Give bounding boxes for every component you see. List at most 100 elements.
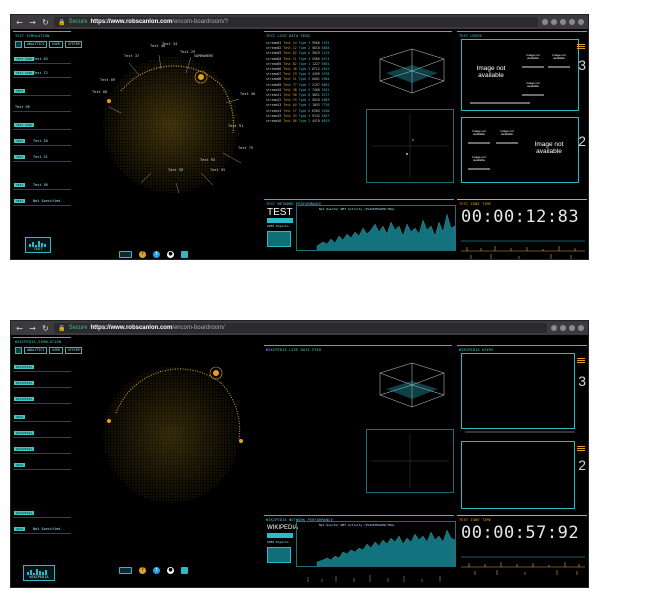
logo: WIKIPEDIA <box>23 565 55 581</box>
mini-activity-graph <box>296 251 454 259</box>
user-row[interactable]: WIKIPEDIA <box>13 431 71 438</box>
user-row[interactable]: WIKI <box>13 463 71 470</box>
tab-system[interactable]: SYSTEM <box>64 41 83 48</box>
user-row[interactable]: WIKIPEDIA <box>13 511 71 518</box>
secure-label: Secure <box>68 325 88 331</box>
image-box[interactable] <box>461 441 575 509</box>
tab-icon[interactable] <box>15 41 22 48</box>
panel-header: TEST NETWORK PERFORMANCE <box>264 199 454 206</box>
user-row[interactable]: Test 96 <box>13 105 71 112</box>
github-icon[interactable]: ● <box>167 251 174 258</box>
live-data-panel: WIKIPEDIA LIVE DATA FEED <box>264 337 454 493</box>
user-row[interactable]: TEST USER Test 72 <box>13 71 71 78</box>
mini-activity-graph <box>296 567 454 582</box>
bookmark-star-icon[interactable] <box>551 19 557 25</box>
user-panel: WIKIPEDIA SIMULATION ANALYTICS USER SYST… <box>13 337 83 585</box>
browser-toolbar: ← → ↻ 🔒 Secure https://www.robscanlon.co… <box>11 15 588 29</box>
extension-icon[interactable] <box>560 325 566 331</box>
network-performance-panel: WIKIPEDIA NETWORK PERFORMANCE WIKIPEDIA … <box>264 515 456 582</box>
url-text: https://www.robscanlon.com/encom-boardro… <box>90 19 229 25</box>
user-row[interactable]: TEST USER Test 63 <box>13 57 71 64</box>
user-count: 2 <box>578 457 586 473</box>
globe-visualization[interactable] <box>81 343 261 513</box>
cube-visualization <box>366 351 452 417</box>
logo: TEST <box>25 237 51 253</box>
tab-icon[interactable] <box>15 347 22 354</box>
user-row[interactable]: WIKI Not Specified <box>13 527 71 534</box>
tab-system[interactable]: SYSTEM <box>64 347 83 354</box>
user-count: 3 <box>578 57 586 73</box>
panel-header: TEST ZONE TIME <box>457 515 587 522</box>
twitter-icon[interactable]: t <box>153 251 160 258</box>
panel-header: WIKIPEDIA USERS <box>457 345 587 352</box>
dataset-label: WIKIPEDIA <box>267 525 299 531</box>
panel-tabs: ANALYTICS USER SYSTEM <box>15 347 83 354</box>
activity-graph: Net Quarter NET Activity (PLACEHOLDER MS… <box>296 205 456 251</box>
zone-time-panel: TEST ZONE TIME 00:00:57:92 <box>457 515 587 585</box>
tab-user[interactable]: USER <box>49 347 63 354</box>
network-performance-panel: TEST NETWORK PERFORMANCE TEST INFO Expor… <box>264 199 456 259</box>
menu-icon[interactable] <box>578 325 584 331</box>
activity-graph: Net Quarter NET Activity (PLACEHOLDER MS… <box>296 521 456 567</box>
forward-icon[interactable]: → <box>28 324 37 333</box>
panel-header: TEST ZONE TIME <box>457 199 587 206</box>
menu-icon[interactable] <box>578 19 584 25</box>
image-box[interactable] <box>461 353 575 429</box>
bookmark-star-icon[interactable] <box>551 325 557 331</box>
clock-display: 00:00:12:83 <box>461 207 580 227</box>
globe-visualization[interactable] <box>81 33 261 203</box>
github-icon[interactable]: ● <box>167 567 174 574</box>
radar-map <box>366 429 454 493</box>
user-row[interactable]: TEST USER <box>13 123 71 130</box>
dataset-label: TEST <box>267 207 293 218</box>
address-bar[interactable]: 🔒 Secure https://www.robscanlon.com/enco… <box>54 17 538 27</box>
forward-icon[interactable]: → <box>28 18 37 27</box>
encom-boardroom: TEST SIMULATION ANALYTICS USER SYSTEM TE… <box>11 29 588 259</box>
settings-icon[interactable] <box>569 19 575 25</box>
user-row[interactable]: TEST Test 28 <box>13 139 71 146</box>
user-row[interactable]: WIKIPEDIA <box>13 397 71 404</box>
address-bar[interactable]: 🔒 Secure https://www.robscanlon.com/enco… <box>54 323 547 333</box>
globe-toolbar: ? t ● <box>119 251 188 258</box>
timeline[interactable] <box>461 553 585 577</box>
user-row[interactable]: WIKIPEDIA <box>13 447 71 454</box>
extension-icon[interactable] <box>560 19 566 25</box>
tab-analytics[interactable]: ANALYTICS <box>24 347 48 354</box>
user-row[interactable]: WIKIPEDIA <box>13 365 71 372</box>
user-row[interactable]: TEST Test 36 <box>13 183 71 190</box>
tab-user[interactable]: USER <box>49 41 63 48</box>
fullscreen-icon[interactable] <box>181 251 188 258</box>
panel-header: WIKIPEDIA NETWORK PERFORMANCE <box>264 515 454 522</box>
twitter-icon[interactable]: t <box>153 567 160 574</box>
activity-block <box>267 547 291 563</box>
back-icon[interactable]: ← <box>15 18 24 27</box>
secure-lock-icon: 🔒 <box>58 19 66 26</box>
user-row[interactable]: WIKI <box>13 415 71 422</box>
user-panel: TEST SIMULATION ANALYTICS USER SYSTEM TE… <box>13 31 83 257</box>
tab-analytics[interactable]: ANALYTICS <box>24 41 48 48</box>
keyboard-icon[interactable] <box>119 567 132 574</box>
stream-list: stream01 Test 14 Type 3 9566 1522 stream0… <box>266 41 354 124</box>
help-icon[interactable]: ? <box>139 567 146 574</box>
image-box[interactable]: Image not available Image not available … <box>461 117 579 183</box>
help-icon[interactable]: ? <box>139 251 146 258</box>
user-row[interactable]: TEST Not Specified <box>13 199 71 206</box>
screenshot-test: ← → ↻ 🔒 Secure https://www.robscanlon.co… <box>10 14 589 260</box>
fullscreen-icon[interactable] <box>181 567 188 574</box>
keyboard-icon[interactable] <box>119 251 132 258</box>
timeline[interactable] <box>461 237 585 259</box>
back-icon[interactable]: ← <box>15 324 24 333</box>
url-text: https://www.robscanlon.com/encom-boardro… <box>90 325 225 331</box>
user-count: 3 <box>578 373 586 389</box>
stream-row: stream16 Test 86 Type 2 4470 6019 <box>266 119 330 124</box>
settings-icon[interactable] <box>569 325 575 331</box>
panel-header: TEST USERS <box>457 31 587 38</box>
panel-header: WIKIPEDIA LIVE DATA FEED <box>264 345 452 352</box>
image-box[interactable]: Image not available Image not available … <box>461 39 579 111</box>
reload-icon[interactable]: ↻ <box>41 18 50 27</box>
user-row[interactable]: TEST <box>13 89 71 96</box>
user-row[interactable]: WIKIPEDIA <box>13 381 71 388</box>
zoom-icon[interactable] <box>542 19 548 25</box>
reload-icon[interactable]: ↻ <box>41 324 50 333</box>
user-row[interactable]: TEST Test 31 <box>13 155 71 162</box>
